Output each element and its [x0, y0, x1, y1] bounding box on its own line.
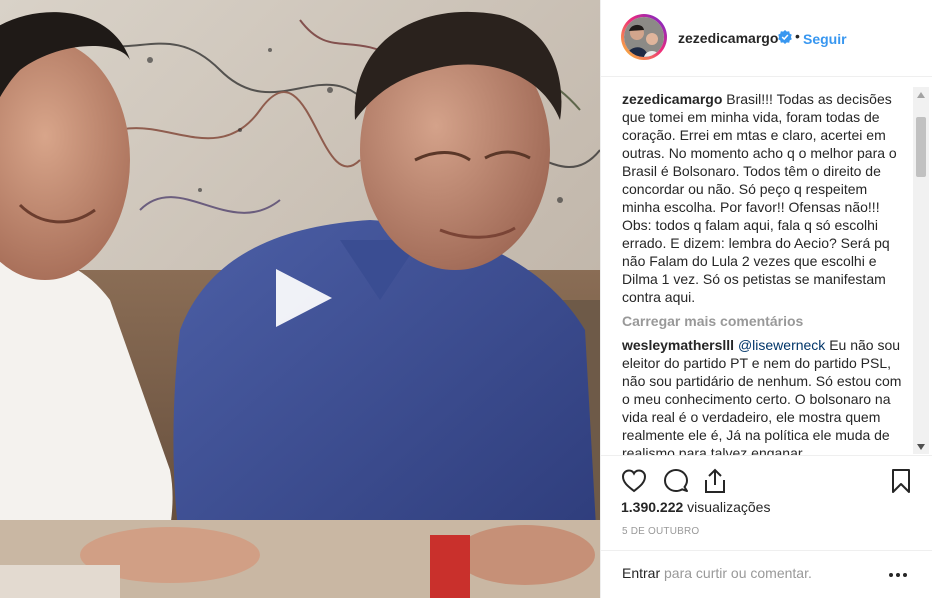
- header-username[interactable]: zezedicamargo: [678, 30, 778, 46]
- chevron-down-icon: [917, 443, 925, 450]
- bookmark-icon: [892, 469, 910, 493]
- follow-button[interactable]: Seguir: [803, 31, 847, 47]
- view-count[interactable]: 1.390.222 visualizações: [621, 499, 770, 515]
- action-bar: [601, 455, 932, 493]
- comments-list[interactable]: zezedicamargo Brasil!!! Todas as decisõe…: [622, 90, 905, 455]
- load-more-comments-button[interactable]: Carregar mais comentários: [622, 312, 905, 330]
- comment-mention-link[interactable]: @lisewerneck: [738, 337, 825, 353]
- header-separator: •: [795, 28, 800, 44]
- scroll-down-arrow[interactable]: [913, 439, 929, 454]
- avatar[interactable]: [624, 17, 664, 57]
- heart-icon: [621, 469, 647, 493]
- post-video[interactable]: [0, 0, 600, 598]
- share-button[interactable]: [702, 468, 728, 494]
- post-header: zezedicamargo • Seguir: [601, 0, 932, 77]
- login-link[interactable]: Entrar: [622, 565, 660, 581]
- chevron-up-icon: [917, 91, 925, 98]
- login-prompt: Entrar para curtir ou comentar.: [622, 565, 812, 581]
- comment-button[interactable]: [663, 468, 689, 494]
- post-date[interactable]: 5 de outubro: [622, 526, 699, 537]
- view-count-label: visualizações: [683, 499, 771, 515]
- post-sidebar: zezedicamargo • Seguir zezedicamargo Bra…: [600, 0, 932, 598]
- scroll-thumb[interactable]: [916, 117, 926, 177]
- scroll-up-arrow[interactable]: [913, 87, 929, 102]
- avatar-image: [624, 17, 664, 57]
- share-icon: [705, 468, 725, 493]
- instagram-post: zezedicamargo • Seguir zezedicamargo Bra…: [0, 0, 932, 598]
- view-count-number: 1.390.222: [621, 499, 684, 515]
- caption-text: Brasil!!! Todas as decisões que tomei em…: [622, 91, 897, 305]
- add-comment-section: Entrar para curtir ou comentar.: [601, 550, 932, 598]
- comment-username[interactable]: wesleymatherslll: [622, 337, 734, 353]
- login-prompt-text: para curtir ou comentar.: [660, 565, 812, 581]
- more-options-icon[interactable]: [888, 567, 908, 583]
- comment-item: wesleymatherslll @lisewerneck Eu não sou…: [622, 336, 905, 455]
- play-icon: [276, 269, 332, 327]
- save-button[interactable]: [888, 468, 914, 494]
- story-ring[interactable]: [621, 14, 667, 60]
- caption-username[interactable]: zezedicamargo: [622, 91, 722, 107]
- post-caption: zezedicamargo Brasil!!! Todas as decisõe…: [622, 90, 905, 306]
- like-button[interactable]: [621, 468, 647, 494]
- play-button[interactable]: [270, 265, 336, 331]
- comments-scrollbar[interactable]: [913, 87, 929, 454]
- comment-bubble-icon: [664, 469, 688, 492]
- verified-badge-icon: [778, 30, 792, 44]
- comment-text: Eu não sou eleitor do partido PT e nem d…: [622, 337, 902, 455]
